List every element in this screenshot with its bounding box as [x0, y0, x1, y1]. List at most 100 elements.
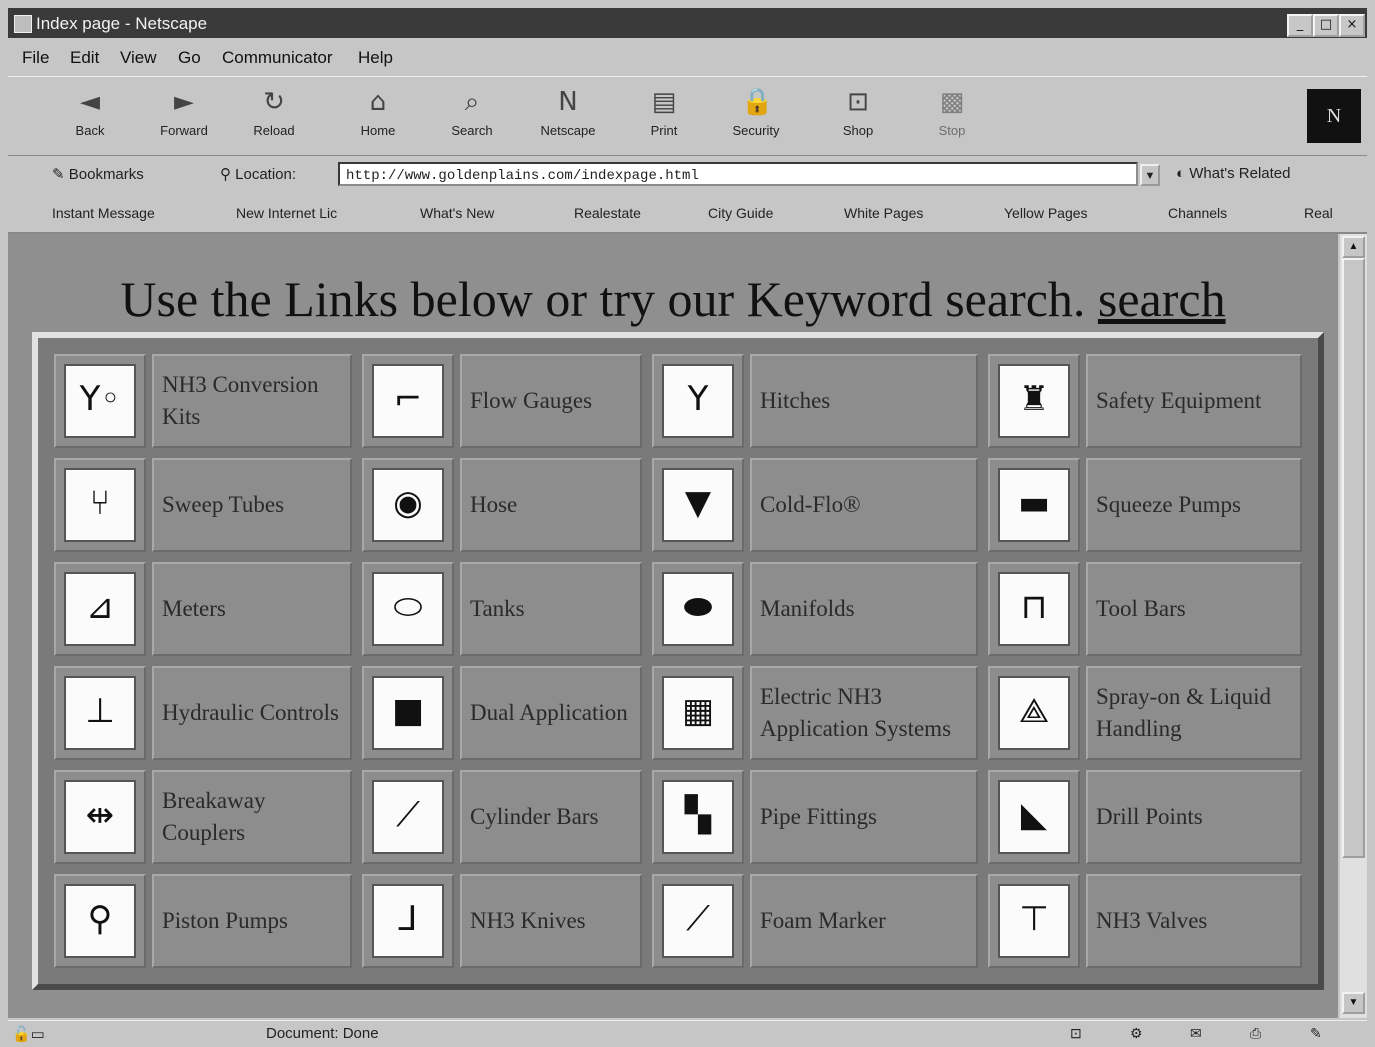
catalog-link-hose[interactable]: Hose	[470, 489, 636, 521]
catalog-link-cell[interactable]: Manifolds	[750, 562, 978, 656]
close-button[interactable]: ×	[1339, 14, 1365, 37]
catalog-image-cell[interactable]: ⬬	[652, 562, 744, 656]
stop-button[interactable]: ▩ Stop	[912, 83, 992, 149]
catalog-link-meters[interactable]: Meters	[162, 593, 346, 625]
component-icon-2[interactable]: ⚙	[1130, 1025, 1143, 1042]
search-link[interactable]: search	[1098, 271, 1226, 327]
catalog-link-cell[interactable]: Tool Bars	[1086, 562, 1302, 656]
menu-communicator[interactable]: Communicator	[222, 48, 333, 68]
catalog-image-cell[interactable]: ▬	[988, 458, 1080, 552]
netscape-button[interactable]: N Netscape	[528, 83, 608, 149]
netscape-app-icon[interactable]	[14, 15, 32, 33]
breakaway-coupler-icon[interactable]: ⇹	[64, 780, 136, 854]
sweep-tubes-icon[interactable]: ⑂	[64, 468, 136, 542]
catalog-image-cell[interactable]: ⬭	[362, 562, 454, 656]
catalog-image-cell[interactable]: ⟋	[652, 874, 744, 968]
piston-pump-icon[interactable]: ⚲	[64, 884, 136, 958]
hose-icon[interactable]: ◉	[372, 468, 444, 542]
scrollbar-thumb[interactable]	[1342, 258, 1365, 858]
hitch-icon[interactable]: Y	[662, 364, 734, 438]
forward-button[interactable]: ► Forward	[144, 83, 224, 149]
spray-liquid-icon[interactable]: ⟁	[998, 676, 1070, 750]
catalog-image-cell[interactable]: ■	[362, 666, 454, 760]
catalog-link-cell[interactable]: Hose	[460, 458, 642, 552]
catalog-image-cell[interactable]: ◉	[362, 458, 454, 552]
flow-gauges-icon[interactable]: ⌐	[372, 364, 444, 438]
cold-flo-icon[interactable]: ▼	[662, 468, 734, 542]
catalog-image-cell[interactable]: ▼	[652, 458, 744, 552]
catalog-link-dual-application[interactable]: Dual Application	[470, 697, 636, 729]
manifold-icon[interactable]: ⬬	[662, 572, 734, 646]
catalog-link-cell[interactable]: Squeeze Pumps	[1086, 458, 1302, 552]
catalog-link-cell[interactable]: Piston Pumps	[152, 874, 352, 968]
print-button[interactable]: ▤ Print	[624, 83, 704, 149]
catalog-image-cell[interactable]: ⊤	[988, 874, 1080, 968]
catalog-image-cell[interactable]: ⌐	[362, 354, 454, 448]
nh3-conversion-kits-icon[interactable]: Y◦	[64, 364, 136, 438]
hydraulic-controls-icon[interactable]: ⊥	[64, 676, 136, 750]
personal-link-instant-message[interactable]: Instant Message	[52, 205, 155, 221]
menu-help[interactable]: Help	[358, 48, 393, 68]
menu-file[interactable]: File	[22, 48, 49, 68]
catalog-link-cell[interactable]: Tanks	[460, 562, 642, 656]
catalog-link-hitches[interactable]: Hitches	[760, 385, 972, 417]
catalog-link-tool-bars[interactable]: Tool Bars	[1096, 593, 1296, 625]
whats-related-button[interactable]: ◐ What's Related	[1176, 165, 1290, 182]
personal-link-yellow-pages[interactable]: Yellow Pages	[1004, 205, 1088, 221]
catalog-link-electric-nh3-application-systems[interactable]: Electric NH3 Application Systems	[760, 681, 972, 745]
security-lock-icon[interactable]: 🔓▭	[12, 1025, 45, 1043]
catalog-image-cell[interactable]: ⊥	[54, 666, 146, 760]
menu-go[interactable]: Go	[178, 48, 201, 68]
tool-bar-icon[interactable]: ⊓	[998, 572, 1070, 646]
catalog-image-cell[interactable]: ◣	[988, 770, 1080, 864]
menu-edit[interactable]: Edit	[70, 48, 99, 68]
vertical-scrollbar[interactable]: ▲ ▼	[1340, 234, 1367, 1018]
composer-icon[interactable]: ⎙	[1250, 1025, 1261, 1042]
drill-point-icon[interactable]: ◣	[998, 780, 1070, 854]
catalog-image-cell[interactable]: ▦	[652, 666, 744, 760]
catalog-link-cell[interactable]: Sweep Tubes	[152, 458, 352, 552]
nh3-knife-icon[interactable]: ⅃	[372, 884, 444, 958]
page-proxy-icon[interactable]: ⚲	[220, 166, 235, 183]
catalog-link-foam-marker[interactable]: Foam Marker	[760, 905, 972, 937]
catalog-link-cell[interactable]: Dual Application	[460, 666, 642, 760]
catalog-image-cell[interactable]: ⊿	[54, 562, 146, 656]
catalog-link-cell[interactable]: Spray-on & Liquid Handling	[1086, 666, 1302, 760]
search-button[interactable]: ⌕ Search	[432, 83, 512, 149]
security-button[interactable]: 🔒 Security	[716, 83, 796, 149]
catalog-image-cell[interactable]: ▚	[652, 770, 744, 864]
minimize-button[interactable]: _	[1287, 14, 1313, 37]
catalog-link-nh3-knives[interactable]: NH3 Knives	[470, 905, 636, 937]
reload-button[interactable]: ↻ Reload	[234, 83, 314, 149]
scroll-down-button[interactable]: ▼	[1342, 992, 1365, 1014]
personal-link-new-internet-lic[interactable]: New Internet Lic	[236, 205, 337, 221]
maximize-button[interactable]: □	[1313, 14, 1339, 37]
personal-link-white-pages[interactable]: White Pages	[844, 205, 923, 221]
personal-link-realestate[interactable]: Realestate	[574, 205, 641, 221]
catalog-link-manifolds[interactable]: Manifolds	[760, 593, 972, 625]
catalog-link-cell[interactable]: NH3 Conversion Kits	[152, 354, 352, 448]
squeeze-pump-icon[interactable]: ▬	[998, 468, 1070, 542]
catalog-link-cell[interactable]: Cold-Flo®	[750, 458, 978, 552]
catalog-link-drill-points[interactable]: Drill Points	[1096, 801, 1296, 833]
catalog-link-breakaway-couplers[interactable]: Breakaway Couplers	[162, 785, 346, 849]
back-button[interactable]: ◄ Back	[50, 83, 130, 149]
catalog-link-cell[interactable]: Hitches	[750, 354, 978, 448]
catalog-link-cell[interactable]: Electric NH3 Application Systems	[750, 666, 978, 760]
catalog-link-pipe-fittings[interactable]: Pipe Fittings	[760, 801, 972, 833]
catalog-link-cell[interactable]: Meters	[152, 562, 352, 656]
catalog-image-cell[interactable]: ⚲	[54, 874, 146, 968]
meter-icon[interactable]: ⊿	[64, 572, 136, 646]
personal-link-channels[interactable]: Channels	[1168, 205, 1227, 221]
tank-icon[interactable]: ⬭	[372, 572, 444, 646]
dual-application-icon[interactable]: ■	[372, 676, 444, 750]
catalog-link-piston-pumps[interactable]: Piston Pumps	[162, 905, 346, 937]
catalog-link-sweep-tubes[interactable]: Sweep Tubes	[162, 489, 346, 521]
catalog-image-cell[interactable]: ⑂	[54, 458, 146, 552]
mail-icon[interactable]: ✉	[1190, 1025, 1202, 1042]
catalog-image-cell[interactable]: ⟋	[362, 770, 454, 864]
netscape-throbber-logo[interactable]: N	[1307, 89, 1361, 143]
pipe-fitting-icon[interactable]: ▚	[662, 780, 734, 854]
catalog-link-cell[interactable]: NH3 Knives	[460, 874, 642, 968]
electric-nh3-system-icon[interactable]: ▦	[662, 676, 734, 750]
